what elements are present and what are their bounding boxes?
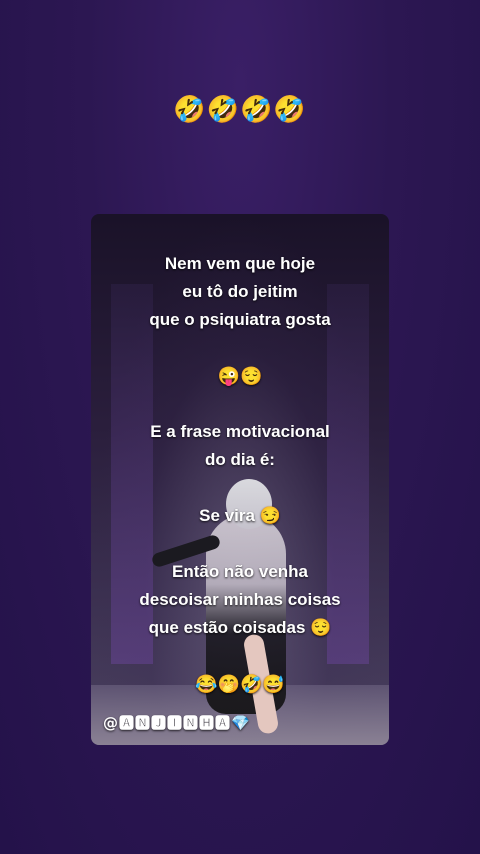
- caption-line: E a frase motivacional: [150, 422, 330, 441]
- caption-line: que estão coisadas 😌: [148, 618, 332, 637]
- caption-emoji-line: 😂🤭🤣😅: [195, 674, 285, 694]
- header-emojis: 🤣🤣🤣🤣: [173, 95, 307, 125]
- caption-line: Nem vem que hoje: [164, 254, 316, 273]
- caption-line: do dia é:: [205, 450, 275, 469]
- watermark-handle: @🅰🅽🅹🅸🅽🅷🅰💎: [103, 714, 251, 732]
- caption-emoji-line: 😜😌: [217, 366, 263, 386]
- post-card: Nem vem que hoje eu tô do jeitim que o p…: [91, 214, 389, 745]
- caption-line: que o psiquiatra gosta: [149, 310, 331, 329]
- caption-line: descoisar minhas coisas: [139, 590, 341, 609]
- caption-line: Se vira 😏: [199, 506, 281, 525]
- caption-line: eu tô do jeitim: [182, 282, 298, 301]
- caption-line: Então não venha: [171, 562, 309, 581]
- caption-text: Nem vem que hoje eu tô do jeitim que o p…: [91, 250, 389, 698]
